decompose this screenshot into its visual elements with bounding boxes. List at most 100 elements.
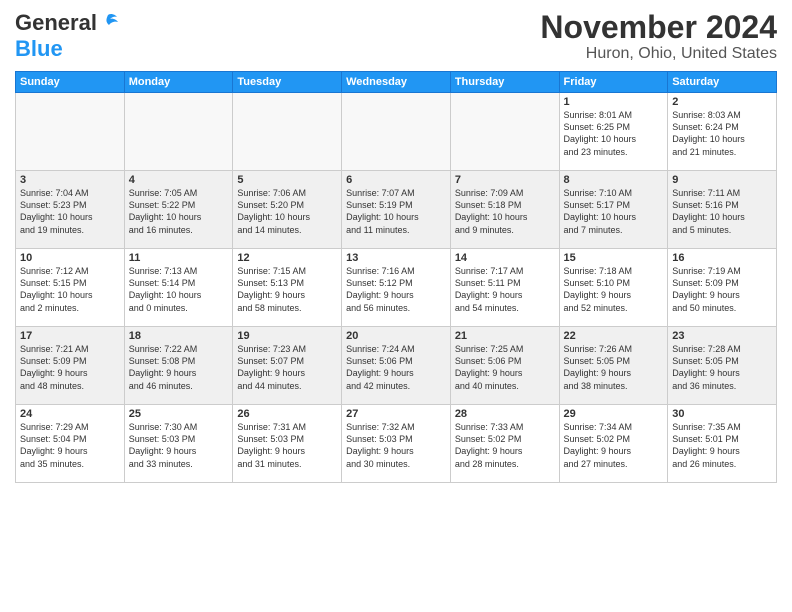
page-header: General Blue November 2024 Huron, Ohio, … [15, 10, 777, 63]
day-number: 5 [237, 174, 337, 186]
calendar-week-row: 24Sunrise: 7:29 AM Sunset: 5:04 PM Dayli… [16, 405, 777, 483]
calendar-week-row: 17Sunrise: 7:21 AM Sunset: 5:09 PM Dayli… [16, 327, 777, 405]
day-info: Sunrise: 7:04 AM Sunset: 5:23 PM Dayligh… [20, 187, 120, 236]
calendar-day-cell: 13Sunrise: 7:16 AM Sunset: 5:12 PM Dayli… [342, 249, 451, 327]
day-info: Sunrise: 8:03 AM Sunset: 6:24 PM Dayligh… [672, 109, 772, 158]
calendar-day-cell: 18Sunrise: 7:22 AM Sunset: 5:08 PM Dayli… [124, 327, 233, 405]
calendar-day-cell: 3Sunrise: 7:04 AM Sunset: 5:23 PM Daylig… [16, 171, 125, 249]
calendar-week-row: 10Sunrise: 7:12 AM Sunset: 5:15 PM Dayli… [16, 249, 777, 327]
day-info: Sunrise: 7:09 AM Sunset: 5:18 PM Dayligh… [455, 187, 555, 236]
day-number: 25 [129, 408, 229, 420]
calendar-day-cell: 14Sunrise: 7:17 AM Sunset: 5:11 PM Dayli… [450, 249, 559, 327]
day-info: Sunrise: 7:34 AM Sunset: 5:02 PM Dayligh… [564, 421, 664, 470]
logo-wrapper: General [15, 10, 119, 36]
calendar-day-cell: 4Sunrise: 7:05 AM Sunset: 5:22 PM Daylig… [124, 171, 233, 249]
calendar-day-cell: 9Sunrise: 7:11 AM Sunset: 5:16 PM Daylig… [668, 171, 777, 249]
calendar-day-cell: 17Sunrise: 7:21 AM Sunset: 5:09 PM Dayli… [16, 327, 125, 405]
day-number: 27 [346, 408, 446, 420]
header-sunday: Sunday [16, 72, 125, 93]
calendar-table: Sunday Monday Tuesday Wednesday Thursday… [15, 71, 777, 483]
calendar-day-cell: 23Sunrise: 7:28 AM Sunset: 5:05 PM Dayli… [668, 327, 777, 405]
title-section: November 2024 Huron, Ohio, United States [540, 10, 777, 63]
day-info: Sunrise: 7:11 AM Sunset: 5:16 PM Dayligh… [672, 187, 772, 236]
logo-general: General [15, 10, 97, 36]
calendar-day-cell: 11Sunrise: 7:13 AM Sunset: 5:14 PM Dayli… [124, 249, 233, 327]
calendar-day-cell: 6Sunrise: 7:07 AM Sunset: 5:19 PM Daylig… [342, 171, 451, 249]
day-info: Sunrise: 7:06 AM Sunset: 5:20 PM Dayligh… [237, 187, 337, 236]
calendar-week-row: 3Sunrise: 7:04 AM Sunset: 5:23 PM Daylig… [16, 171, 777, 249]
calendar-day-cell: 2Sunrise: 8:03 AM Sunset: 6:24 PM Daylig… [668, 93, 777, 171]
day-info: Sunrise: 7:05 AM Sunset: 5:22 PM Dayligh… [129, 187, 229, 236]
day-info: Sunrise: 7:15 AM Sunset: 5:13 PM Dayligh… [237, 265, 337, 314]
calendar-day-cell: 28Sunrise: 7:33 AM Sunset: 5:02 PM Dayli… [450, 405, 559, 483]
day-number: 1 [564, 96, 664, 108]
calendar-day-cell: 20Sunrise: 7:24 AM Sunset: 5:06 PM Dayli… [342, 327, 451, 405]
logo: General Blue [15, 10, 119, 62]
calendar-day-cell [16, 93, 125, 171]
day-number: 3 [20, 174, 120, 186]
day-number: 21 [455, 330, 555, 342]
day-number: 19 [237, 330, 337, 342]
day-info: Sunrise: 7:07 AM Sunset: 5:19 PM Dayligh… [346, 187, 446, 236]
day-info: Sunrise: 7:26 AM Sunset: 5:05 PM Dayligh… [564, 343, 664, 392]
calendar-day-cell: 19Sunrise: 7:23 AM Sunset: 5:07 PM Dayli… [233, 327, 342, 405]
day-number: 10 [20, 252, 120, 264]
calendar-day-cell: 7Sunrise: 7:09 AM Sunset: 5:18 PM Daylig… [450, 171, 559, 249]
day-number: 9 [672, 174, 772, 186]
day-info: Sunrise: 7:16 AM Sunset: 5:12 PM Dayligh… [346, 265, 446, 314]
page-container: General Blue November 2024 Huron, Ohio, … [0, 0, 792, 488]
day-number: 29 [564, 408, 664, 420]
day-number: 18 [129, 330, 229, 342]
day-info: Sunrise: 7:22 AM Sunset: 5:08 PM Dayligh… [129, 343, 229, 392]
day-number: 4 [129, 174, 229, 186]
calendar-day-cell [450, 93, 559, 171]
calendar-day-cell [124, 93, 233, 171]
day-info: Sunrise: 7:19 AM Sunset: 5:09 PM Dayligh… [672, 265, 772, 314]
day-number: 15 [564, 252, 664, 264]
logo-bird-icon [97, 13, 119, 33]
calendar-day-cell: 30Sunrise: 7:35 AM Sunset: 5:01 PM Dayli… [668, 405, 777, 483]
calendar-day-cell: 26Sunrise: 7:31 AM Sunset: 5:03 PM Dayli… [233, 405, 342, 483]
day-info: Sunrise: 7:29 AM Sunset: 5:04 PM Dayligh… [20, 421, 120, 470]
day-info: Sunrise: 7:18 AM Sunset: 5:10 PM Dayligh… [564, 265, 664, 314]
day-info: Sunrise: 7:23 AM Sunset: 5:07 PM Dayligh… [237, 343, 337, 392]
day-info: Sunrise: 7:31 AM Sunset: 5:03 PM Dayligh… [237, 421, 337, 470]
month-title: November 2024 [540, 10, 777, 45]
header-monday: Monday [124, 72, 233, 93]
calendar-day-cell: 16Sunrise: 7:19 AM Sunset: 5:09 PM Dayli… [668, 249, 777, 327]
calendar-day-cell: 22Sunrise: 7:26 AM Sunset: 5:05 PM Dayli… [559, 327, 668, 405]
day-info: Sunrise: 7:28 AM Sunset: 5:05 PM Dayligh… [672, 343, 772, 392]
day-number: 2 [672, 96, 772, 108]
header-tuesday: Tuesday [233, 72, 342, 93]
header-friday: Friday [559, 72, 668, 93]
calendar-day-cell: 12Sunrise: 7:15 AM Sunset: 5:13 PM Dayli… [233, 249, 342, 327]
day-info: Sunrise: 7:24 AM Sunset: 5:06 PM Dayligh… [346, 343, 446, 392]
day-number: 20 [346, 330, 446, 342]
calendar-day-cell: 1Sunrise: 8:01 AM Sunset: 6:25 PM Daylig… [559, 93, 668, 171]
day-number: 17 [20, 330, 120, 342]
calendar-day-cell: 8Sunrise: 7:10 AM Sunset: 5:17 PM Daylig… [559, 171, 668, 249]
day-info: Sunrise: 7:25 AM Sunset: 5:06 PM Dayligh… [455, 343, 555, 392]
day-info: Sunrise: 7:12 AM Sunset: 5:15 PM Dayligh… [20, 265, 120, 314]
day-number: 7 [455, 174, 555, 186]
calendar-day-cell: 29Sunrise: 7:34 AM Sunset: 5:02 PM Dayli… [559, 405, 668, 483]
header-wednesday: Wednesday [342, 72, 451, 93]
day-number: 14 [455, 252, 555, 264]
day-info: Sunrise: 7:13 AM Sunset: 5:14 PM Dayligh… [129, 265, 229, 314]
calendar-day-cell: 15Sunrise: 7:18 AM Sunset: 5:10 PM Dayli… [559, 249, 668, 327]
calendar-day-cell: 10Sunrise: 7:12 AM Sunset: 5:15 PM Dayli… [16, 249, 125, 327]
day-number: 26 [237, 408, 337, 420]
day-info: Sunrise: 7:35 AM Sunset: 5:01 PM Dayligh… [672, 421, 772, 470]
calendar-day-cell: 25Sunrise: 7:30 AM Sunset: 5:03 PM Dayli… [124, 405, 233, 483]
header-thursday: Thursday [450, 72, 559, 93]
calendar-day-cell: 21Sunrise: 7:25 AM Sunset: 5:06 PM Dayli… [450, 327, 559, 405]
day-info: Sunrise: 7:32 AM Sunset: 5:03 PM Dayligh… [346, 421, 446, 470]
day-number: 11 [129, 252, 229, 264]
day-number: 28 [455, 408, 555, 420]
day-info: Sunrise: 7:33 AM Sunset: 5:02 PM Dayligh… [455, 421, 555, 470]
calendar-day-cell [342, 93, 451, 171]
day-number: 22 [564, 330, 664, 342]
logo-blue: Blue [15, 36, 63, 62]
day-number: 23 [672, 330, 772, 342]
day-info: Sunrise: 7:30 AM Sunset: 5:03 PM Dayligh… [129, 421, 229, 470]
